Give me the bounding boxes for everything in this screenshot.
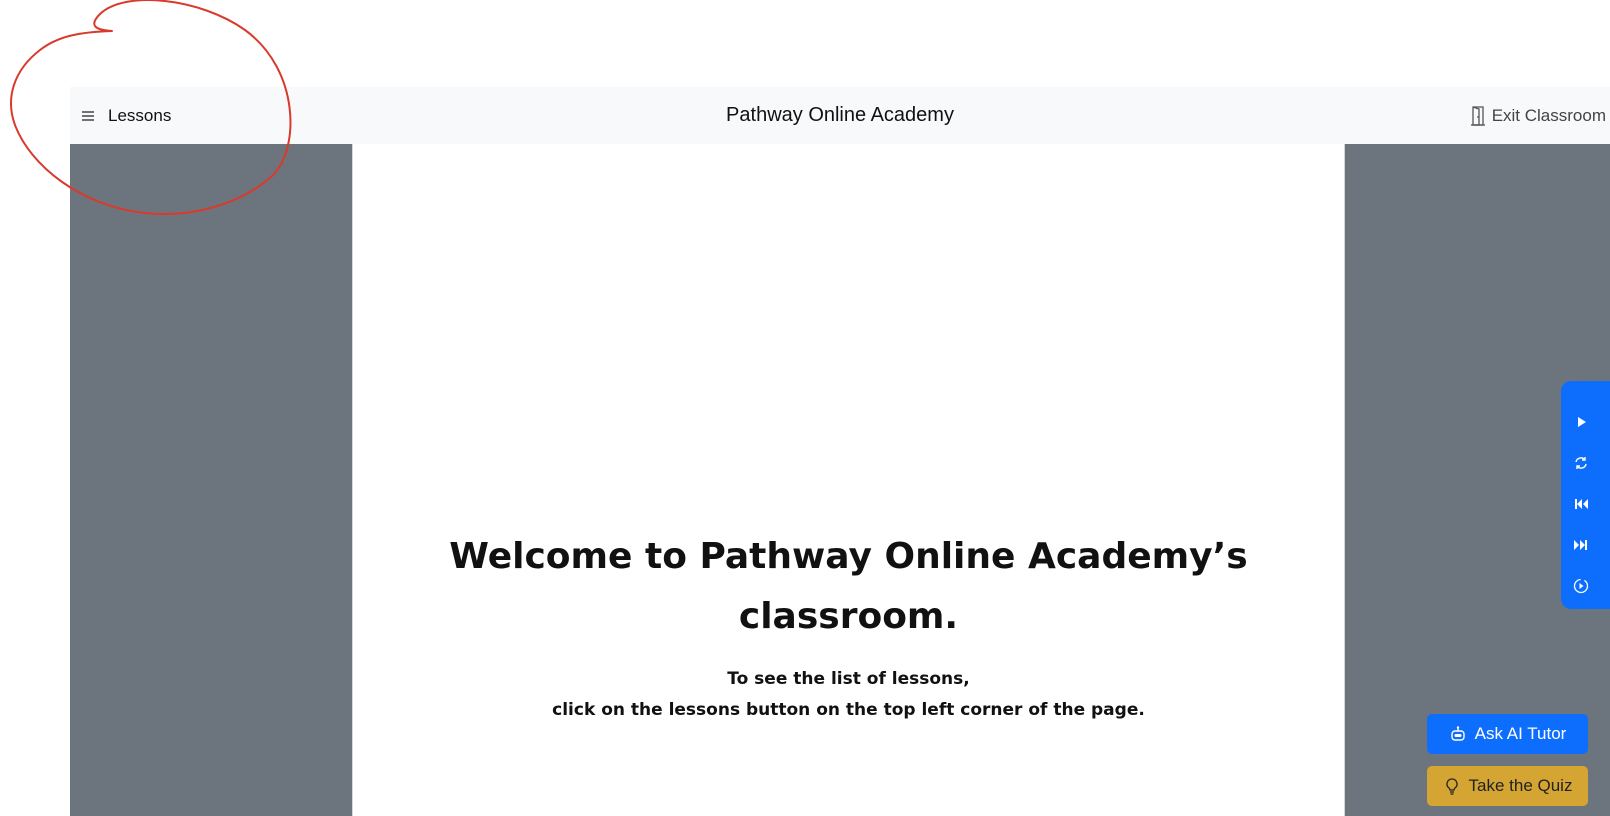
exit-classroom-button[interactable]: Exit Classroom [1470,101,1606,131]
lessons-button[interactable]: Lessons [82,100,171,132]
left-sidebar-panel [70,144,352,816]
welcome-instructions-line-2: click on the lessons button on the top l… [552,700,1145,720]
skip-forward-icon [1574,539,1587,550]
autoplay-button[interactable] [1561,565,1601,606]
replay-icon [1575,456,1587,469]
welcome-heading-line-1: Welcome to Pathway Online Academy’s [449,536,1248,577]
welcome-heading-line-2: classroom. [738,596,959,637]
welcome-instructions-line-1: To see the list of lessons, [727,669,970,689]
skip-back-icon [1575,498,1588,509]
skip-forward-button[interactable] [1561,524,1601,565]
skip-back-button[interactable] [1561,483,1601,524]
top-navbar: Pathway Online Academy Lessons Exit Clas… [70,87,1610,144]
page-title: Pathway Online Academy [726,104,954,126]
ask-ai-tutor-button[interactable]: Ask AI Tutor [1427,714,1588,754]
autoplay-icon [1573,578,1589,593]
menu-icon [82,110,94,122]
take-quiz-button[interactable]: Take the Quiz [1427,766,1588,806]
lessons-button-label: Lessons [108,106,172,125]
play-button[interactable] [1561,401,1601,442]
door-icon [1470,106,1486,126]
welcome-instructions: To see the list of lessons, click on the… [393,664,1304,726]
welcome-heading: Welcome to Pathway Online Academy’s clas… [393,527,1304,647]
exit-classroom-label: Exit Classroom [1491,106,1606,125]
robot-icon [1450,726,1465,741]
lightbulb-icon [1445,778,1458,795]
play-icon [1578,416,1586,427]
main-content-area: Welcome to Pathway Online Academy’s clas… [352,144,1345,816]
take-quiz-label: Take the Quiz [1468,776,1573,795]
media-control-rail [1561,381,1610,609]
replay-button[interactable] [1561,442,1601,483]
ask-ai-tutor-label: Ask AI Tutor [1474,724,1567,743]
